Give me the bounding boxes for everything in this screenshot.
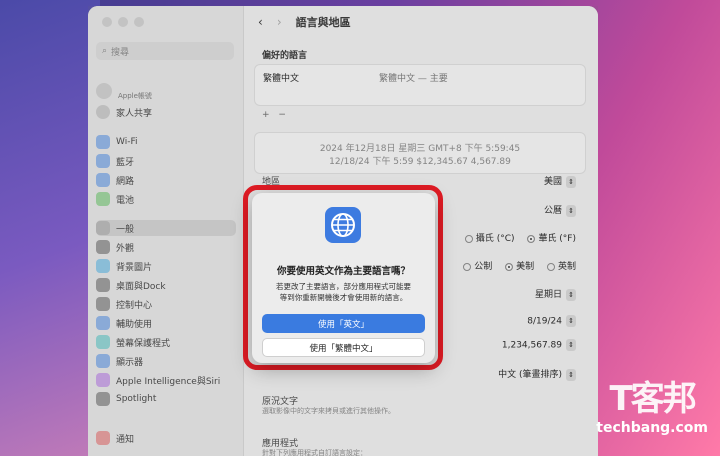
dialog-message-line-2: 等到你重新開機後才會使用新的語言。: [279, 293, 408, 302]
use-english-button[interactable]: 使用「英文」: [262, 314, 425, 333]
watermark-url: techbang.com: [596, 420, 708, 436]
dialog-title: 你要使用英文作為主要語言嗎？: [276, 266, 410, 277]
watermark-logo: T客邦: [609, 379, 697, 419]
globe-icon: [325, 207, 361, 243]
watermark: T客邦 techbang.com: [596, 371, 708, 436]
dialog-message-line-1: 若更改了主要語言，部分應用程式可能要: [276, 282, 411, 291]
language-change-dialog: 你要使用英文作為主要語言嗎？ 若更改了主要語言，部分應用程式可能要 等到你重新開…: [252, 193, 435, 363]
desktop-wallpaper: [0, 0, 100, 456]
use-traditional-chinese-button[interactable]: 使用「繁體中文」: [262, 338, 425, 357]
dialog-message: 若更改了主要語言，部分應用程式可能要 等到你重新開機後才會使用新的語言。: [262, 281, 425, 303]
